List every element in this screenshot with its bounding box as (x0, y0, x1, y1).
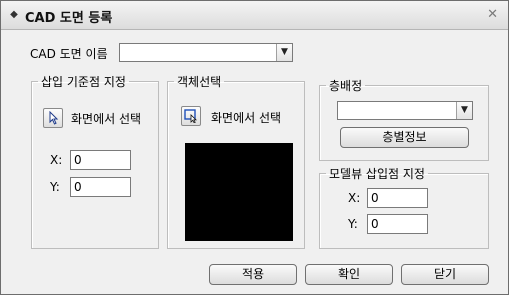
model-y-input[interactable]: 0 (367, 214, 428, 234)
insert-y-input[interactable]: 0 (70, 177, 131, 197)
model-insert-legend: 모델뷰 삽입점 지정 (329, 167, 425, 181)
layer-info-button[interactable]: 층별정보 (340, 127, 469, 148)
layer-legend: 층배정 (329, 79, 363, 93)
ok-button[interactable]: 확인 (305, 264, 393, 285)
model-x-input[interactable]: 0 (367, 188, 428, 208)
insert-point-pick-button[interactable] (43, 108, 63, 128)
cad-register-dialog: ◆ CAD 도면 등록 ✕ CAD 도면 이름 ▼ 삽입 기준점 지정 화면에서… (0, 0, 509, 295)
close-icon[interactable]: ✕ (487, 7, 498, 22)
insert-x-input[interactable]: 0 (70, 150, 131, 170)
object-pick-button[interactable] (181, 106, 201, 126)
insert-x-label: X: (50, 153, 63, 167)
insert-point-pick-label: 화면에서 선택 (71, 112, 142, 126)
cad-name-combo[interactable]: ▼ (119, 43, 293, 62)
dialog-title: CAD 도면 등록 (25, 11, 113, 26)
close-button[interactable]: 닫기 (401, 264, 489, 285)
model-y-label: Y: (348, 217, 358, 231)
insert-point-legend: 삽입 기준점 지정 (41, 75, 126, 89)
cad-name-label: CAD 도면 이름 (30, 47, 108, 61)
chevron-down-icon[interactable]: ▼ (276, 44, 292, 61)
cursor-icon (49, 111, 59, 125)
title-bar[interactable]: ◆ CAD 도면 등록 ✕ (1, 1, 508, 30)
object-pick-label: 화면에서 선택 (211, 111, 282, 125)
object-select-legend: 객체선택 (177, 75, 222, 89)
insert-y-label: Y: (50, 180, 60, 194)
select-window-icon (184, 109, 197, 123)
object-preview (185, 143, 293, 241)
chevron-icon[interactable]: ◆ (8, 9, 20, 21)
chevron-down-icon[interactable]: ▼ (456, 102, 472, 119)
apply-button[interactable]: 적용 (209, 264, 297, 285)
layer-combo[interactable]: ▼ (337, 101, 473, 120)
model-x-label: X: (348, 191, 361, 205)
